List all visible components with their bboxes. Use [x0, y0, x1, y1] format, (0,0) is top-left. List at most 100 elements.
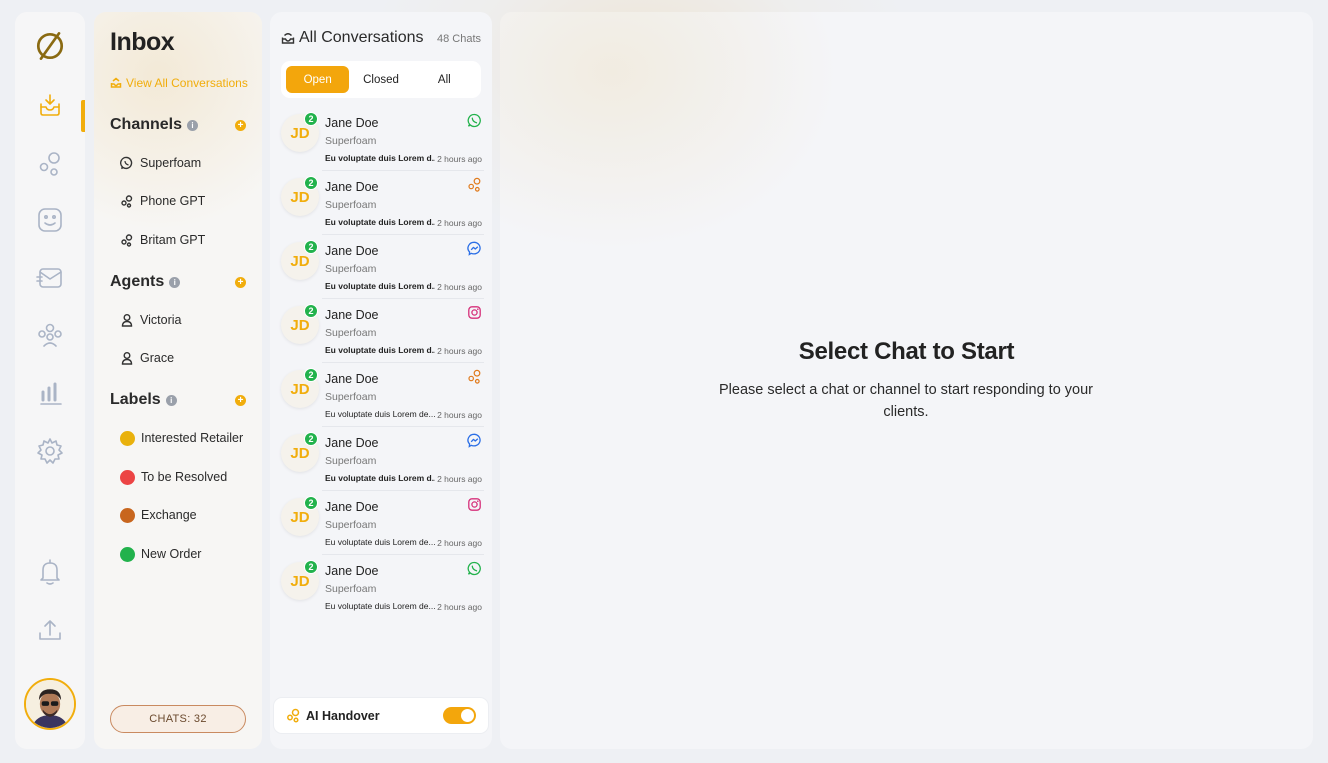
instagram-icon — [467, 305, 482, 320]
conversation-item[interactable]: JD 2 Jane Doe Superfoam Eu voluptate duis Lo… — [270, 298, 492, 364]
conversation-item[interactable]: JD 2 Jane Doe Superfoam Eu voluptate duis Lo… — [270, 554, 492, 620]
view-all-conversations-link[interactable]: View All Conversations — [110, 76, 248, 90]
message-preview: Eu voluptate duis Lorem d... — [325, 473, 435, 483]
contact-name: Jane Doe — [325, 436, 379, 450]
agent-item-grace[interactable]: Grace — [120, 348, 174, 368]
channel-label: Phone GPT — [140, 194, 206, 208]
label-color-dot — [120, 546, 135, 562]
gpt-icon — [467, 369, 482, 384]
status-filter: Open Closed All — [281, 61, 481, 98]
logo-icon[interactable] — [30, 26, 70, 66]
tab-closed[interactable]: Closed — [349, 66, 412, 93]
chat-area: Select Chat to Start Please select a cha… — [500, 12, 1313, 749]
add-agent-button[interactable]: + — [235, 276, 246, 288]
active-indicator — [81, 100, 85, 132]
message-time: 2 hours ago — [437, 602, 482, 612]
label-color-dot — [120, 430, 135, 446]
channel-item-phone-gpt[interactable]: Phone GPT — [120, 191, 205, 211]
label-text: To be Resolved — [141, 470, 228, 484]
label-item-to-be-resolved[interactable]: To be Resolved — [120, 467, 227, 487]
label-item-new-order[interactable]: New Order — [120, 544, 201, 564]
view-all-label: View All Conversations — [126, 76, 248, 90]
gpt-icon — [467, 177, 482, 192]
ai-handover-label: AI Handover — [306, 708, 380, 723]
label-text: Exchange — [141, 508, 197, 522]
inbox-small-icon — [281, 33, 295, 44]
labels-title: Labels — [110, 391, 161, 408]
conversation-item[interactable]: JD 2 Jane Doe Superfoam Eu voluptate duis Lo… — [270, 108, 492, 172]
conversation-item[interactable]: JD 2 Jane Doe Superfoam Eu voluptate duis Lo… — [270, 234, 492, 300]
contact-channel-name: Superfoam — [325, 583, 377, 595]
message-time: 2 hours ago — [437, 218, 482, 228]
add-label-button[interactable]: + — [235, 394, 246, 406]
contact-name: Jane Doe — [325, 372, 379, 386]
message-time: 2 hours ago — [437, 410, 482, 420]
add-channel-button[interactable]: + — [235, 119, 246, 131]
message-preview: Eu voluptate duis Lorem d... — [325, 345, 435, 355]
conversation-item[interactable]: JD 2 Jane Doe Superfoam Eu voluptate duis Lo… — [270, 426, 492, 492]
bell-icon[interactable] — [30, 552, 70, 592]
contact-name: Jane Doe — [325, 180, 379, 194]
conversations-panel: All Conversations 48 Chats Open Closed A… — [270, 12, 492, 749]
ai-handover-bar: AI Handover — [273, 697, 489, 734]
unread-badge: 2 — [304, 240, 318, 254]
broadcast-icon[interactable] — [30, 258, 70, 298]
avatar[interactable] — [24, 678, 76, 730]
channels-header: Channels i + — [110, 116, 246, 134]
unread-badge: 2 — [304, 368, 318, 382]
message-time: 2 hours ago — [437, 538, 482, 548]
ai-handover-toggle[interactable] — [443, 707, 476, 724]
unread-badge: 2 — [304, 560, 318, 574]
message-preview: Eu voluptate duis Lorem d... — [325, 217, 435, 227]
channels-title: Channels — [110, 116, 183, 133]
tab-open[interactable]: Open — [286, 66, 350, 93]
whatsapp-icon — [120, 156, 133, 170]
agent-label: Victoria — [140, 313, 182, 327]
message-preview: Eu voluptate duis Lorem de... — [325, 537, 435, 547]
label-text: Interested Retailer — [141, 431, 244, 445]
info-icon[interactable]: i — [187, 119, 199, 131]
contact-channel-name: Superfoam — [325, 519, 377, 531]
upload-icon[interactable] — [30, 610, 70, 650]
conversation-item[interactable]: JD 2 Jane Doe Superfoam Eu voluptate duis Lo… — [270, 170, 492, 236]
label-item-exchange[interactable]: Exchange — [120, 505, 197, 525]
contact-channel-name: Superfoam — [325, 263, 377, 275]
whatsapp-icon — [467, 113, 482, 128]
channel-item-superfoam[interactable]: Superfoam — [120, 153, 201, 173]
inbox-small-icon — [110, 77, 122, 88]
conversation-item[interactable]: JD 2 Jane Doe Superfoam Eu voluptate duis Lo… — [270, 490, 492, 556]
message-time: 2 hours ago — [437, 346, 482, 356]
unread-badge: 2 — [304, 432, 318, 446]
unread-badge: 2 — [304, 176, 318, 190]
emoji-icon[interactable] — [30, 200, 70, 240]
team-icon[interactable] — [30, 315, 70, 355]
channel-label: Britam GPT — [140, 233, 206, 247]
labels-header: Labels i + — [110, 391, 246, 409]
contact-channel-name: Superfoam — [325, 199, 377, 211]
user-icon — [121, 352, 133, 365]
unread-badge: 2 — [304, 112, 318, 126]
info-icon[interactable]: i — [169, 276, 181, 288]
channel-label: Superfoam — [140, 156, 202, 170]
agent-item-victoria[interactable]: Victoria — [120, 310, 181, 330]
label-item-interested-retailer[interactable]: Interested Retailer — [120, 428, 243, 448]
channels-icon[interactable] — [30, 143, 70, 183]
inbox-sidebar: Inbox View All Conversations Channels i … — [94, 12, 262, 749]
page-title: Inbox — [110, 28, 175, 56]
info-icon[interactable]: i — [165, 394, 177, 406]
agents-title: Agents — [110, 273, 165, 290]
tab-all[interactable]: All — [413, 66, 476, 93]
contact-name: Jane Doe — [325, 308, 379, 322]
conversation-item[interactable]: JD 2 Jane Doe Superfoam Eu voluptate duis Lo… — [270, 362, 492, 428]
conversations-header: All Conversations — [281, 29, 424, 47]
channel-item-britam-gpt[interactable]: Britam GPT — [120, 230, 205, 250]
label-color-dot — [120, 469, 135, 485]
inbox-icon[interactable] — [30, 85, 70, 125]
label-text: New Order — [141, 547, 202, 561]
analytics-icon[interactable] — [30, 373, 70, 413]
label-color-dot — [120, 507, 135, 523]
icon-rail — [15, 12, 85, 749]
empty-state-subtitle: Please select a chat or channel to start… — [719, 382, 1093, 420]
settings-icon[interactable] — [30, 431, 70, 471]
contact-channel-name: Superfoam — [325, 391, 377, 403]
